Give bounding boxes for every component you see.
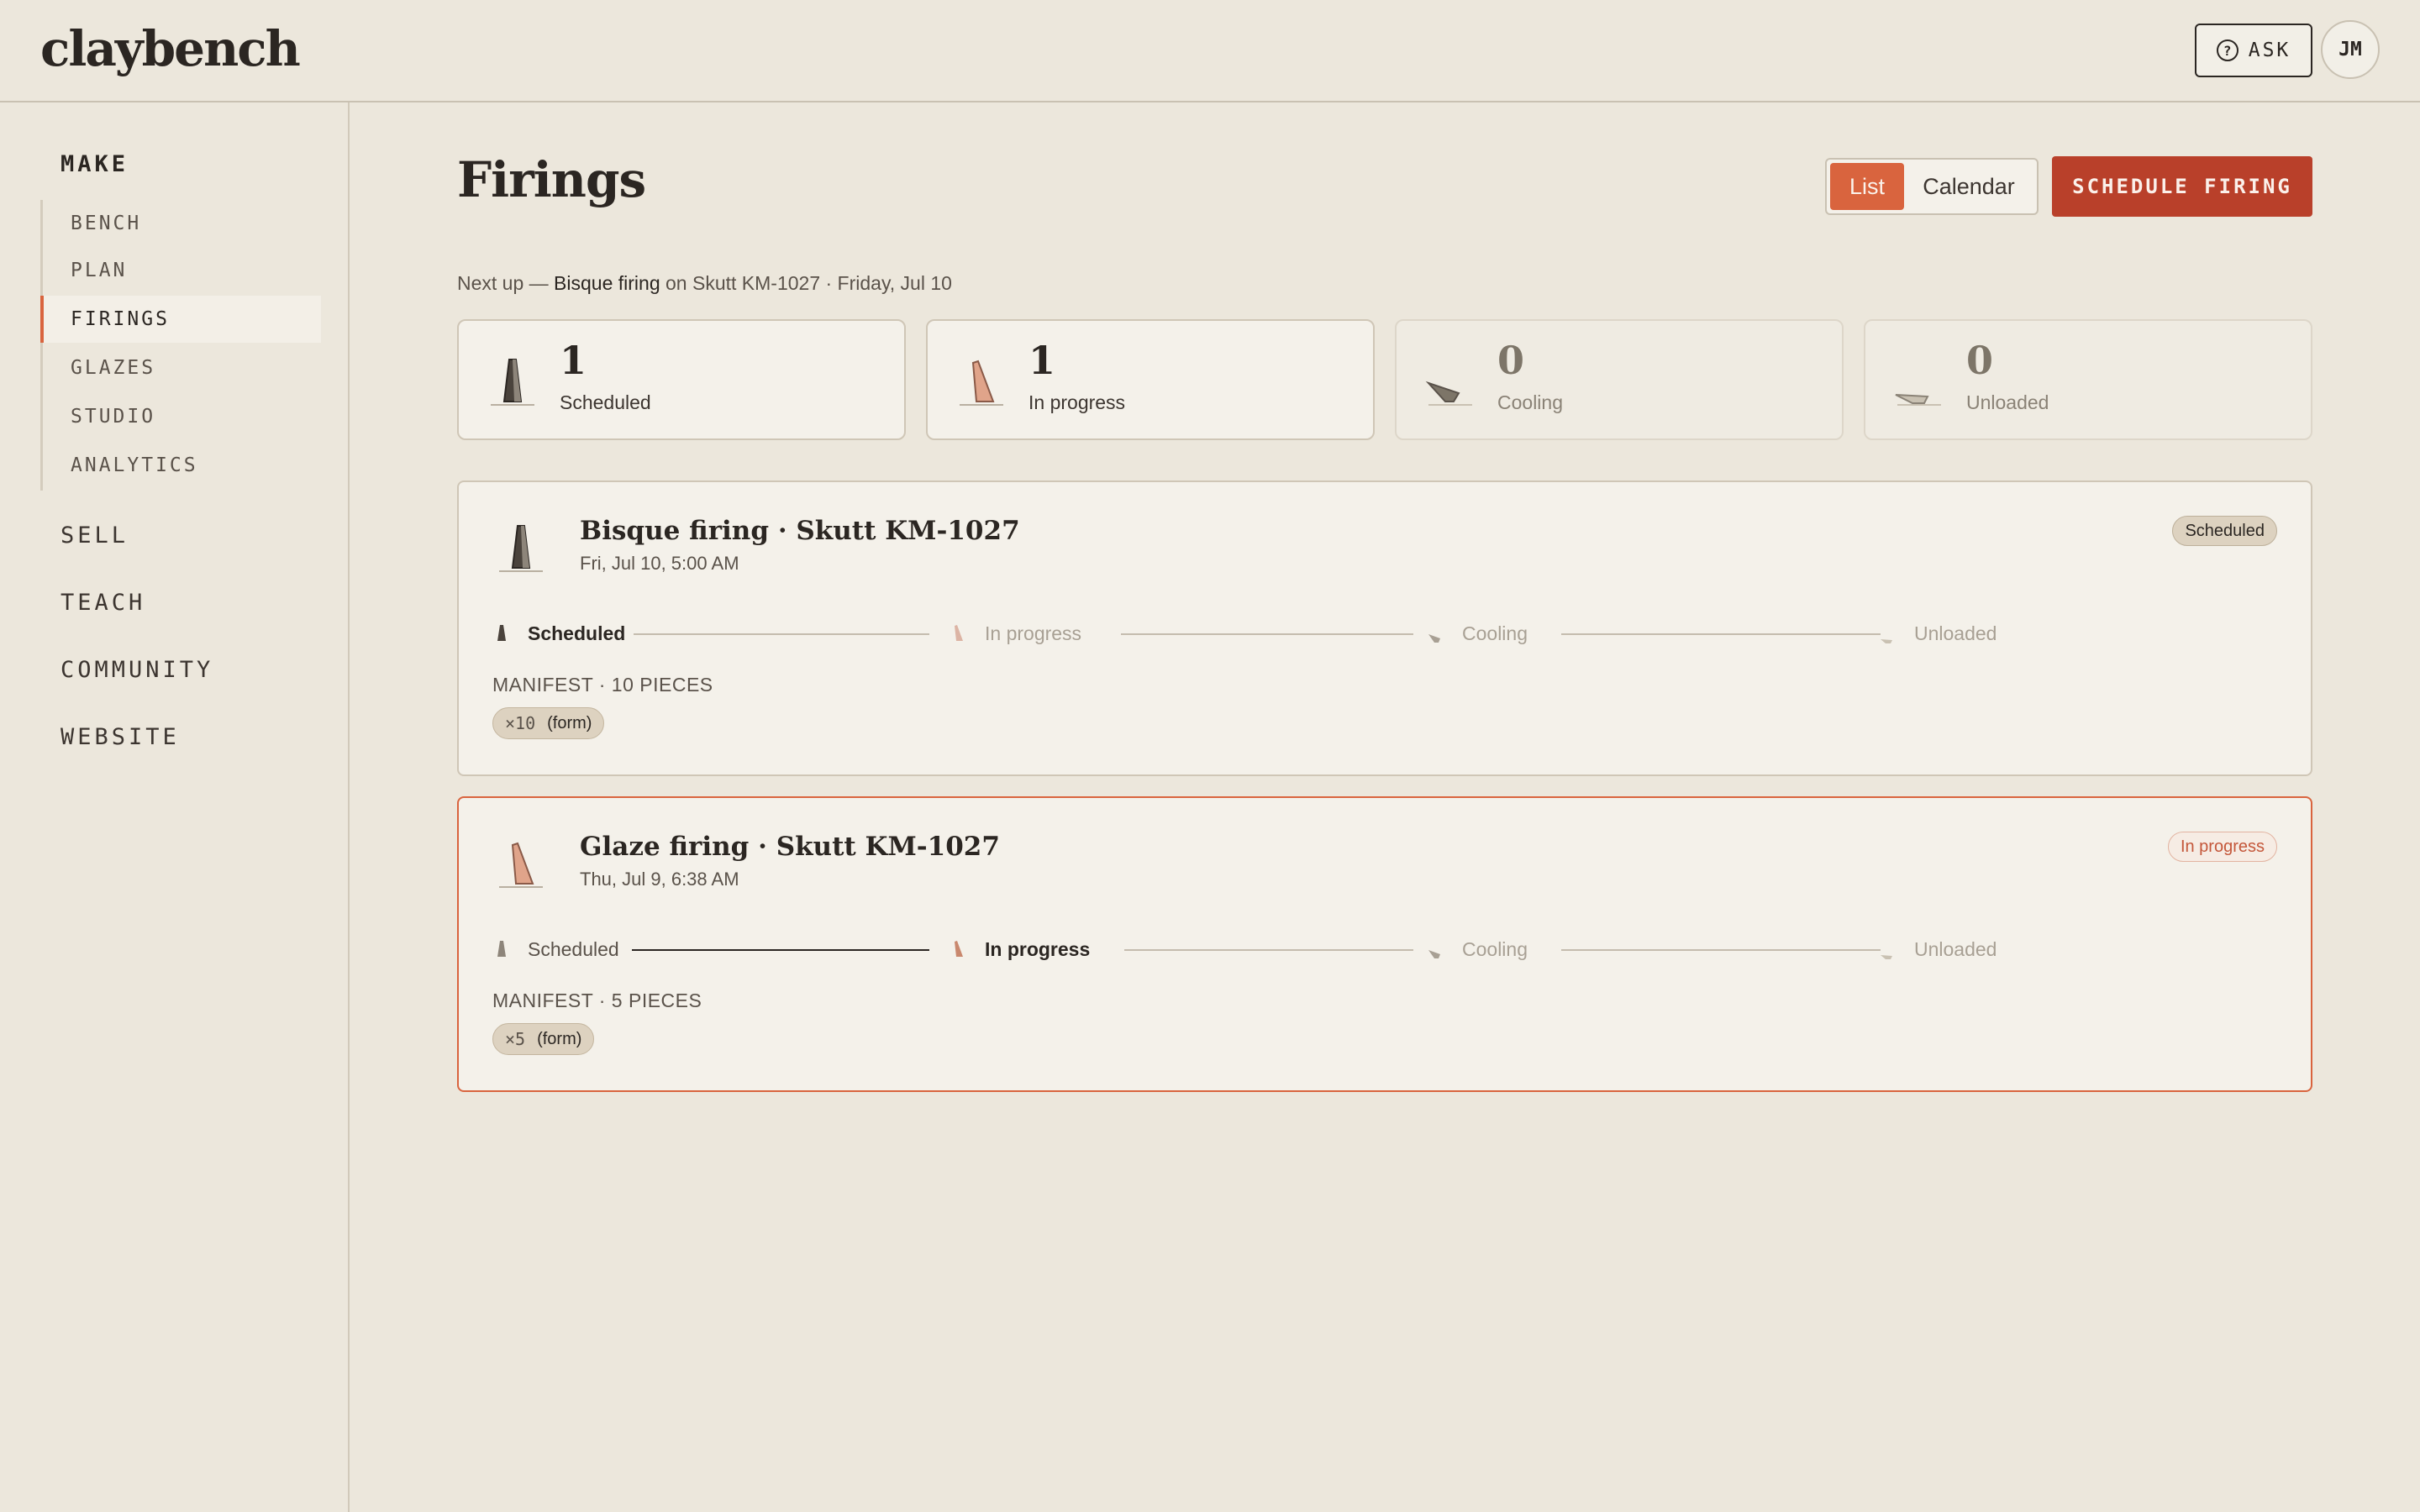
manifest-chip[interactable]: ×10 (form) — [492, 707, 605, 739]
next-up-text: Next up — Bisque firing on Skutt KM-1027… — [457, 272, 952, 295]
step-in-progress: In progress — [950, 932, 1090, 966]
cone-bending-icon — [960, 360, 1003, 406]
step-scheduled: Scheduled — [492, 617, 625, 650]
chip-label: (form) — [537, 1029, 582, 1048]
step-in-progress: In progress — [950, 617, 1081, 650]
stat-label: In progress — [1028, 391, 1126, 413]
cone-slumped-icon — [1428, 950, 1440, 958]
cone-standing-icon — [497, 941, 506, 957]
view-calendar-button[interactable]: Calendar — [1904, 163, 2033, 210]
top-bar: claybench ? ASK JM — [0, 0, 2420, 102]
cone-slumped-icon — [1428, 634, 1440, 643]
step-label: Cooling — [1462, 937, 1528, 960]
stat-card-cooling[interactable]: 0 Cooling — [1395, 319, 1844, 440]
nav-section-sell[interactable]: SELL — [60, 522, 129, 549]
sidebar-item-bench[interactable]: BENCH — [40, 200, 321, 247]
step-label: In progress — [985, 622, 1082, 644]
sidebar-item-studio[interactable]: STUDIO — [40, 393, 321, 440]
step-cooling: Cooling — [1427, 617, 1528, 650]
step-label: Scheduled — [528, 622, 626, 644]
step-label: In progress — [985, 937, 1091, 960]
chip-label: (form) — [547, 713, 592, 732]
sidebar-item-plan[interactable]: PLAN — [40, 247, 321, 294]
cone-bending-icon — [955, 625, 963, 641]
next-up-detail: on Skutt KM-1027 · Friday, Jul 10 — [666, 272, 952, 294]
ask-button[interactable]: ? ASK — [2195, 24, 2312, 77]
stat-card-in-progress[interactable]: 1 In progress — [926, 319, 1375, 440]
view-list-button[interactable]: List — [1830, 163, 1904, 210]
cone-slumped-icon — [1425, 381, 1472, 406]
firing-title: Glaze firing · Skutt KM-1027 — [580, 832, 1000, 862]
stat-label: Scheduled — [560, 391, 651, 413]
firing-progress-track: Scheduled In progress Cooling Unloaded — [492, 617, 2039, 650]
cone-standing-icon — [491, 359, 534, 406]
stat-count: 0 — [1966, 338, 1994, 383]
stat-label: Cooling — [1497, 391, 1563, 413]
stat-card-scheduled[interactable]: 1 Scheduled — [457, 319, 906, 440]
chip-quantity: ×10 — [505, 713, 536, 733]
schedule-firing-button[interactable]: SCHEDULE FIRING — [2052, 156, 2312, 217]
stat-label: Unloaded — [1966, 391, 2049, 413]
step-label: Unloaded — [1914, 622, 1997, 644]
step-cooling: Cooling — [1427, 932, 1528, 966]
view-toggle: List Calendar — [1825, 158, 2039, 215]
cone-flat-icon — [1881, 955, 1892, 959]
stat-count: 1 — [1028, 338, 1056, 383]
step-label: Cooling — [1462, 622, 1528, 644]
firing-date: Fri, Jul 10, 5:00 AM — [580, 553, 739, 574]
stat-card-unloaded[interactable]: 0 Unloaded — [1864, 319, 2312, 440]
step-label: Scheduled — [528, 937, 619, 960]
status-badge: Scheduled — [2172, 516, 2277, 546]
stat-count: 1 — [560, 338, 587, 383]
stat-count: 0 — [1497, 338, 1525, 383]
firing-card[interactable]: Bisque firing · Skutt KM-1027 Fri, Jul 1… — [457, 480, 2312, 776]
sidebar-item-firings[interactable]: FIRINGS — [40, 296, 321, 343]
step-unloaded: Unloaded — [1879, 617, 1996, 650]
step-unloaded: Unloaded — [1879, 932, 1996, 966]
firing-title: Bisque firing · Skutt KM-1027 — [580, 516, 1020, 546]
cone-flat-icon — [1895, 394, 1941, 406]
step-connector — [1121, 633, 1413, 635]
cone-standing-icon — [499, 525, 543, 572]
nav-section-make[interactable]: MAKE — [60, 151, 129, 177]
step-scheduled: Scheduled — [492, 932, 619, 966]
manifest-label: MANIFEST · 5 PIECES — [492, 990, 702, 1011]
step-connector — [632, 949, 929, 951]
sidebar-item-analytics[interactable]: ANALYTICS — [40, 442, 321, 489]
app-logo[interactable]: claybench — [40, 20, 301, 77]
firing-progress-track: Scheduled In progress Cooling Unloaded — [492, 932, 2039, 966]
sidebar: MAKE BENCH PLAN FIRINGS GLAZES STUDIO AN… — [0, 102, 350, 1512]
page-title: Firings — [457, 151, 646, 208]
step-label: Unloaded — [1914, 937, 1997, 960]
step-connector — [634, 633, 929, 635]
firing-date: Thu, Jul 9, 6:38 AM — [580, 869, 739, 890]
nav-section-community[interactable]: COMMUNITY — [60, 657, 213, 683]
cone-bending-icon — [499, 842, 543, 888]
firing-card[interactable]: Glaze firing · Skutt KM-1027 Thu, Jul 9,… — [457, 796, 2312, 1092]
step-connector — [1124, 949, 1413, 951]
step-connector — [1561, 633, 1881, 635]
help-circle-icon: ? — [2216, 39, 2238, 61]
cone-bending-icon — [955, 941, 963, 957]
step-connector — [1561, 949, 1881, 951]
manifest-label: MANIFEST · 10 PIECES — [492, 674, 713, 696]
status-badge: In progress — [2167, 832, 2277, 862]
sidebar-item-glazes[interactable]: GLAZES — [40, 344, 321, 391]
ask-label: ASK — [2248, 39, 2291, 61]
chip-quantity: ×5 — [505, 1029, 526, 1049]
next-up-firing-link[interactable]: Bisque firing — [554, 272, 660, 294]
next-up-prefix: Next up — — [457, 272, 549, 294]
nav-section-website[interactable]: WEBSITE — [60, 724, 180, 750]
nav-section-teach[interactable]: TEACH — [60, 590, 145, 616]
cone-standing-icon — [497, 625, 506, 641]
manifest-chip[interactable]: ×5 (form) — [492, 1023, 595, 1055]
cone-flat-icon — [1881, 639, 1892, 643]
avatar[interactable]: JM — [2321, 20, 2380, 79]
